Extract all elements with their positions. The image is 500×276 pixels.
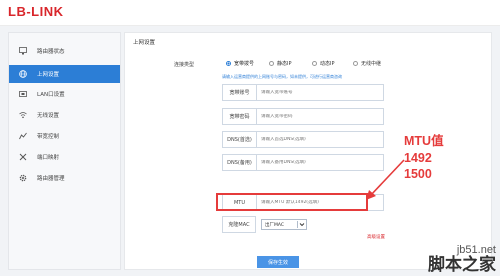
annotation-value-1492: 1492 [404,151,432,165]
sidebar: 路由器状态 上网设置 LAN口设置 无线设置 带宽控制 端口映射 路由器管理 [8,32,121,270]
clone-mac-value: 出厂MAC [265,222,285,228]
hint-text: 请输入运营商提供的上网账号与密码，如未提供，可进行运营商咨询 [222,74,342,79]
field-label: 宽带账号 [223,85,257,100]
radio-label: 静态IP [277,61,292,67]
pppoe-password-input[interactable] [257,114,383,119]
clone-mac-row: 克隆MAC 出厂MAC [222,216,384,233]
advanced-settings-link[interactable]: 高级设置 [367,234,385,240]
save-button[interactable]: 保存生效 [257,256,299,268]
brand-logo: LB-LINK [8,4,64,19]
clone-mac-label: 克隆MAC [222,216,256,233]
radio-dynamic-ip[interactable]: 动态IP [312,60,335,67]
sidebar-item-router-management[interactable]: 路由器管理 [9,169,120,187]
pppoe-password-row: 宽带密码 [222,108,384,125]
sidebar-item-label: 路由器状态 [37,49,65,55]
radio-label: 动态IP [320,61,335,67]
annotation-value-1500: 1500 [404,167,432,181]
clone-mac-select[interactable]: 出厂MAC [261,219,307,230]
lan-port-icon [19,90,27,98]
sidebar-item-label: LAN口设置 [37,92,65,98]
connection-type-label: 连接类型 [173,62,194,68]
dns-primary-row: DNS(首选) [222,131,384,148]
bandwidth-icon [19,132,27,140]
radio-dot [269,61,274,66]
watermark: jb51.net 脚本之家 [428,244,496,274]
sidebar-item-lan-settings[interactable]: LAN口设置 [9,85,120,103]
sidebar-item-wireless-settings[interactable]: 无线设置 [9,106,120,124]
radio-dot [353,61,358,66]
sidebar-item-label: 路由器管理 [37,176,65,182]
pppoe-account-row: 宽带账号 [222,84,384,101]
sidebar-item-router-status[interactable]: 路由器状态 [9,42,120,60]
radio-static-ip[interactable]: 静态IP [269,60,292,67]
mtu-highlight-box [216,193,368,211]
radio-pppoe[interactable]: 宽带拨号 [226,60,254,67]
dns-primary-input[interactable] [257,137,383,142]
annotation-mtu-label: MTU值 [404,134,444,148]
sidebar-item-internet-settings[interactable]: 上网设置 [9,65,120,83]
monitor-icon [19,47,27,55]
pppoe-account-input[interactable] [257,90,383,95]
top-bar: LB-LINK [0,0,500,26]
chevron-down-icon [297,221,305,228]
sidebar-item-port-mapping[interactable]: 端口映射 [9,148,120,166]
radio-dot [226,61,231,66]
radio-wireless-relay[interactable]: 无线中继 [353,60,381,67]
sidebar-item-label: 带宽控制 [37,134,60,140]
globe-icon [19,70,27,78]
gear-icon [19,174,27,182]
field-label: DNS(备用) [223,155,257,170]
radio-label: 宽带拨号 [234,61,255,67]
tools-icon [19,153,27,161]
panel-title: 上网设置 [133,40,156,46]
sidebar-item-label: 端口映射 [37,155,60,161]
radio-label: 无线中继 [361,61,382,67]
sidebar-item-label: 无线设置 [37,113,60,119]
radio-dot [312,61,317,66]
annotation-arrow [366,159,405,200]
sidebar-item-bandwidth-control[interactable]: 带宽控制 [9,127,120,145]
watermark-brand: 脚本之家 [428,255,496,275]
wifi-icon [19,111,27,119]
field-label: DNS(首选) [223,132,257,147]
field-label: 宽带密码 [223,109,257,124]
sidebar-item-label: 上网设置 [37,72,60,78]
content-area: 路由器状态 上网设置 LAN口设置 无线设置 带宽控制 端口映射 路由器管理 上… [0,26,500,276]
